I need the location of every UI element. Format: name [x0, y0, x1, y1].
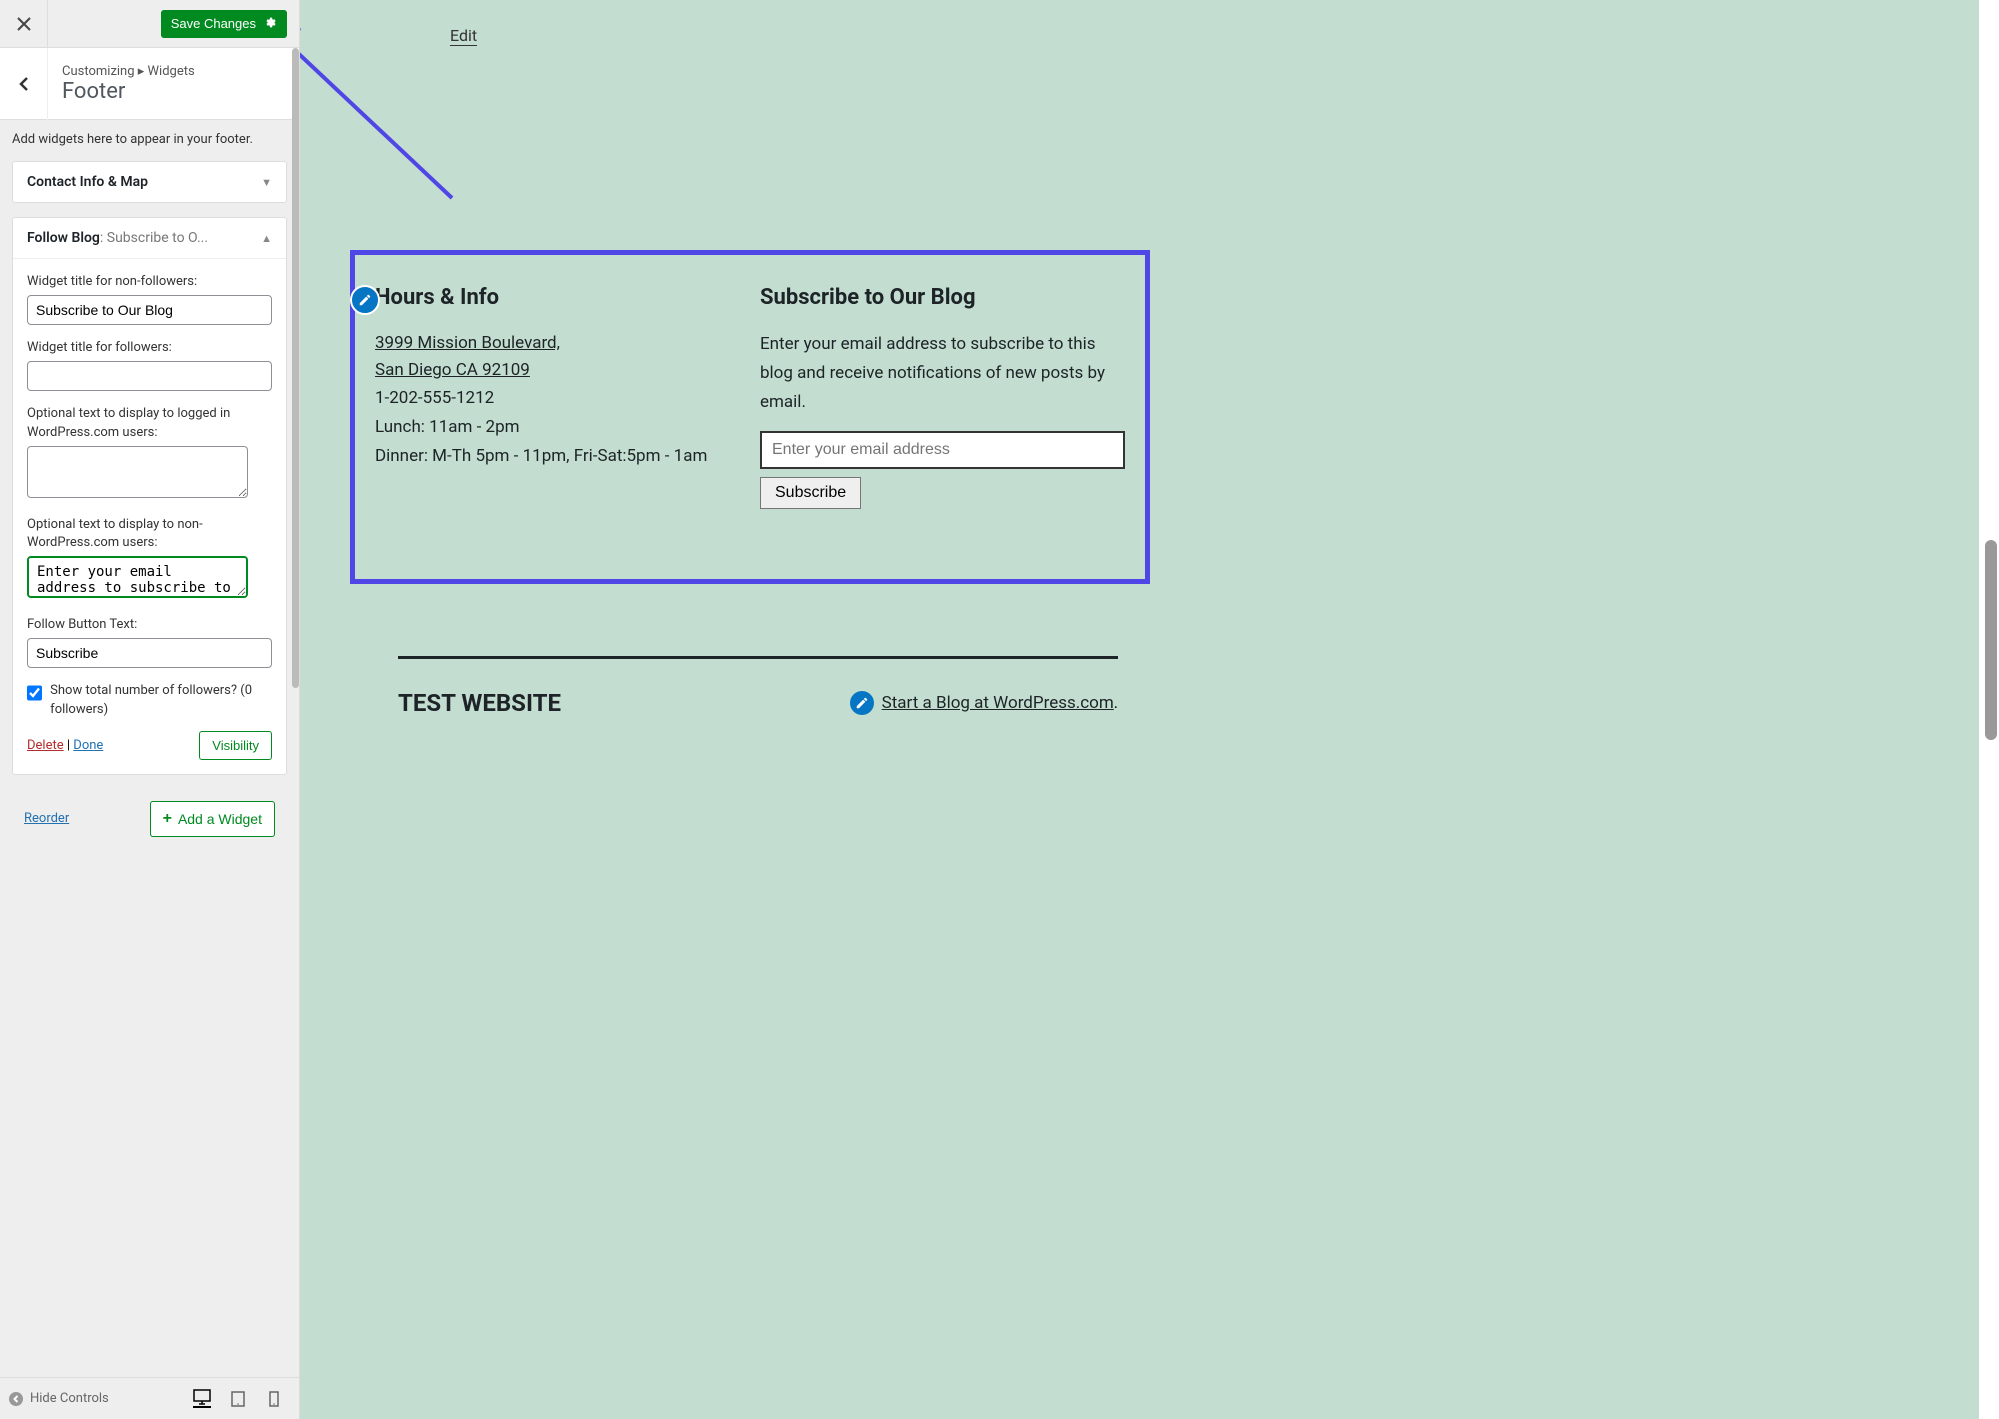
plus-icon: +: [163, 810, 172, 828]
gear-icon: [264, 16, 277, 32]
logged-in-textarea[interactable]: [27, 446, 248, 498]
non-wp-textarea[interactable]: Enter your email address to subscribe to…: [27, 556, 248, 598]
button-text-label: Follow Button Text:: [27, 616, 272, 634]
hide-controls-button[interactable]: Hide Controls: [8, 1391, 109, 1407]
tablet-icon[interactable]: [229, 1390, 247, 1408]
widget-follow-header[interactable]: Follow Blog: Subscribe to O... ▲: [13, 218, 286, 258]
show-followers-label: Show total number of followers? (0 follo…: [50, 682, 272, 718]
widget-contact-header[interactable]: Contact Info & Map ▼: [13, 162, 286, 202]
reorder-link[interactable]: Reorder: [24, 811, 69, 826]
address-line-1[interactable]: 3999 Mission Boulevard,: [375, 330, 740, 357]
sidebar-description: Add widgets here to appear in your foote…: [12, 132, 287, 147]
breadcrumb-path: Customizing ▸ Widgets: [62, 64, 285, 79]
subscribe-title: Subscribe to Our Blog: [760, 285, 1125, 310]
preview-scrollbar[interactable]: [1985, 540, 1997, 740]
back-button[interactable]: [0, 48, 48, 120]
site-title: TEST WEBSITE: [398, 689, 561, 717]
subscribe-button[interactable]: Subscribe: [760, 477, 861, 509]
dinner-hours: Dinner: M-Th 5pm - 11pm, Fri-Sat:5pm - 1…: [375, 442, 740, 471]
sidebar-scrollbar[interactable]: [292, 48, 299, 688]
visibility-button[interactable]: Visibility: [199, 731, 272, 760]
add-widget-button[interactable]: + Add a Widget: [150, 801, 275, 837]
widget-follow-title: Follow Blog: Subscribe to O...: [27, 230, 208, 246]
close-customizer-button[interactable]: [0, 0, 48, 48]
done-link[interactable]: Done: [73, 738, 103, 753]
show-followers-checkbox[interactable]: [27, 684, 42, 702]
address-line-2[interactable]: San Diego CA 92109: [375, 357, 740, 384]
non-wp-label: Optional text to display to non-WordPres…: [27, 516, 272, 552]
desktop-icon[interactable]: [193, 1390, 211, 1408]
save-button[interactable]: Save Changes: [161, 10, 287, 38]
footer-highlight-box: Hours & Info 3999 Mission Boulevard, San…: [350, 250, 1150, 584]
button-text-input[interactable]: [27, 638, 272, 668]
subscribe-desc: Enter your email address to subscribe to…: [760, 330, 1125, 417]
widget-contact-title: Contact Info & Map: [27, 174, 148, 190]
chevron-up-icon: ▲: [261, 232, 272, 245]
logged-in-label: Optional text to display to logged in Wo…: [27, 405, 272, 441]
phone: 1-202-555-1212: [375, 384, 740, 413]
annotation-arrow: [300, 28, 472, 208]
non-followers-label: Widget title for non-followers:: [27, 273, 272, 291]
wordpress-icon: [850, 691, 874, 715]
delete-link[interactable]: Delete: [27, 738, 64, 753]
chevron-down-icon: ▼: [261, 176, 272, 189]
lunch-hours: Lunch: 11am - 2pm: [375, 413, 740, 442]
email-input[interactable]: [760, 431, 1125, 469]
edit-widget-icon[interactable]: [350, 285, 380, 315]
followers-input[interactable]: [27, 361, 272, 391]
wordpress-link[interactable]: Start a Blog at WordPress.com: [882, 693, 1114, 713]
non-followers-input[interactable]: [27, 295, 272, 325]
followers-label: Widget title for followers:: [27, 339, 272, 357]
save-label: Save Changes: [171, 16, 256, 31]
mobile-icon[interactable]: [265, 1390, 283, 1408]
edit-link[interactable]: Edit: [450, 26, 477, 46]
breadcrumb-title: Footer: [62, 79, 285, 104]
hours-title: Hours & Info: [375, 285, 740, 310]
